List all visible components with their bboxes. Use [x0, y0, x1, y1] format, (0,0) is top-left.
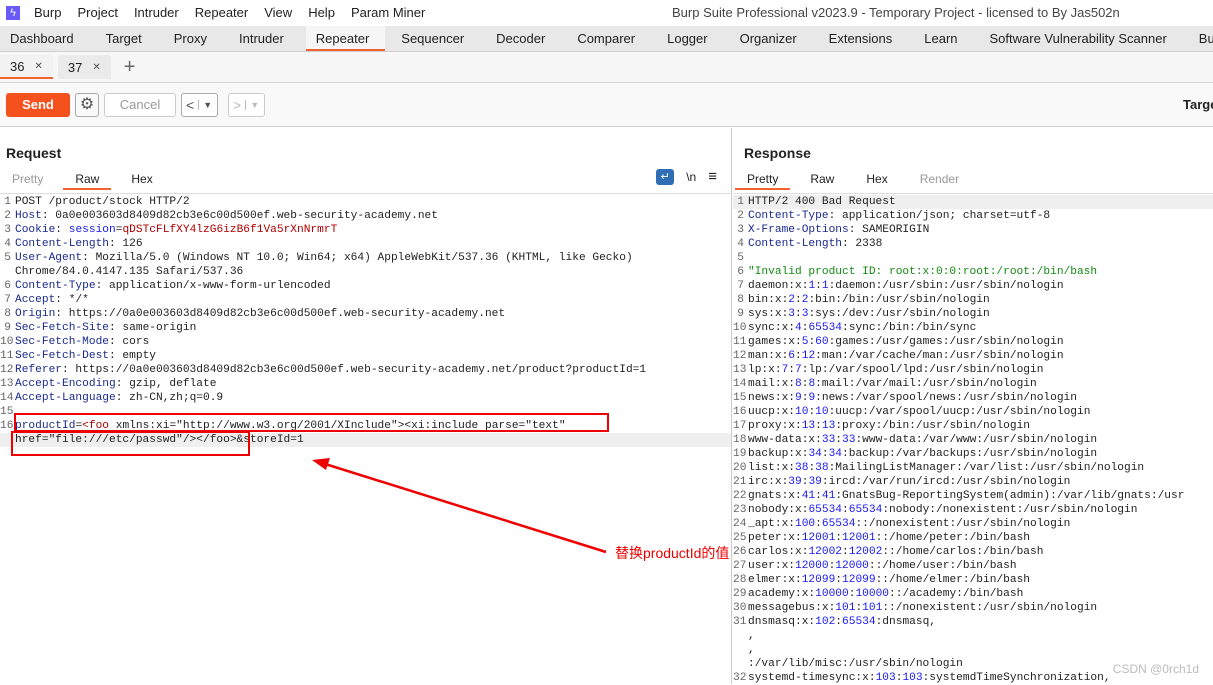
annotation-arrow-icon: [312, 458, 607, 554]
watermark: CSDN @0rch1d: [1112, 662, 1199, 676]
annotation-text: 替换productId的值: [615, 545, 730, 561]
